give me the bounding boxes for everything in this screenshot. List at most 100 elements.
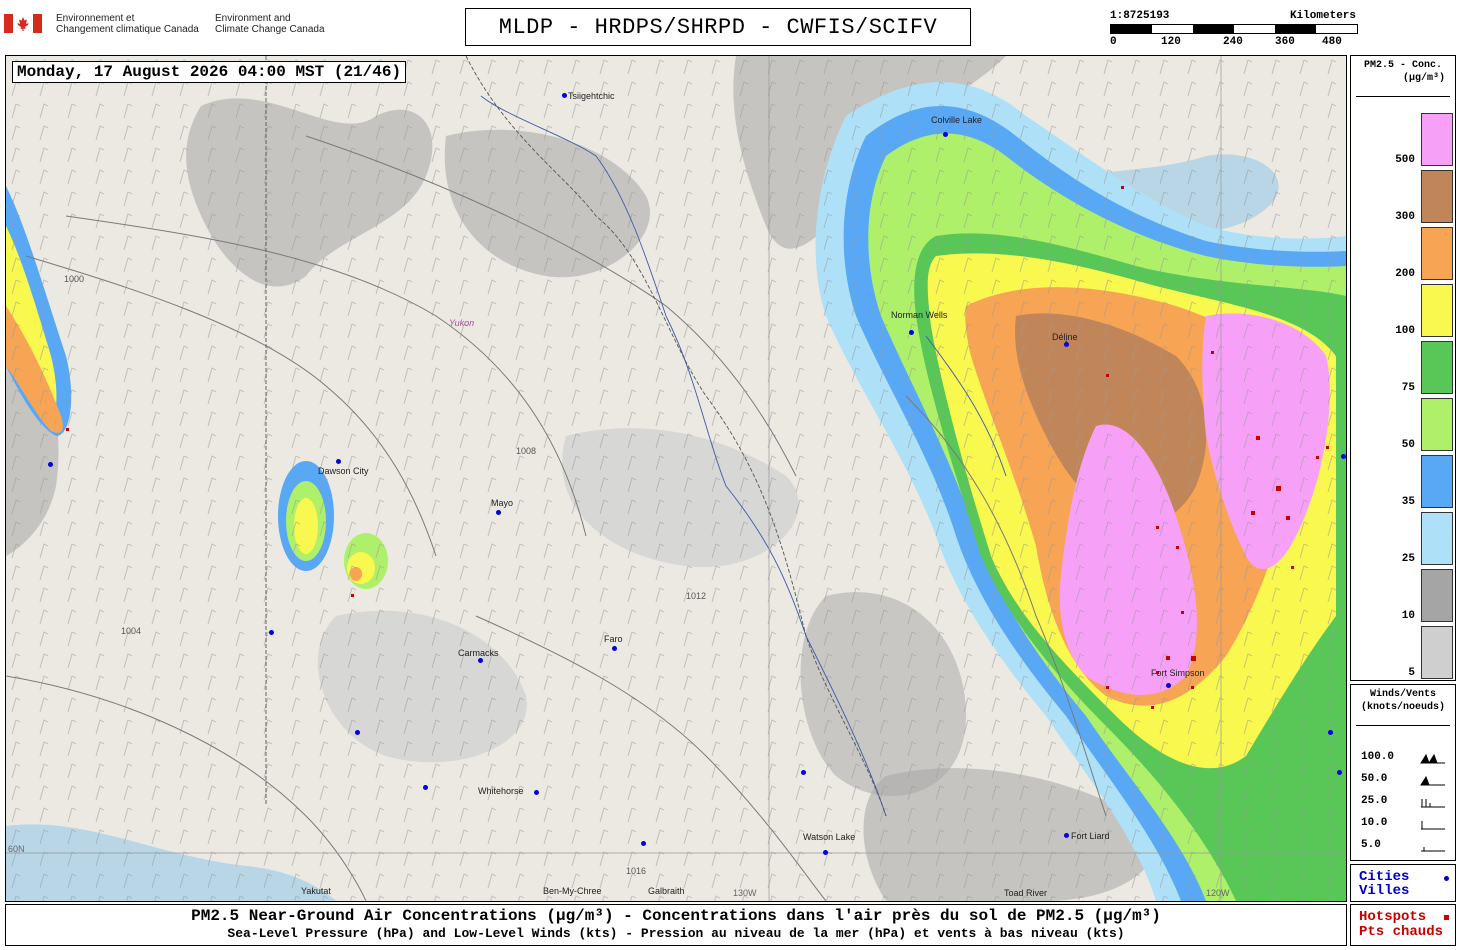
city-marker[interactable] [612, 646, 617, 651]
wind-legend-unit: (knots/noeuds) [1360, 702, 1445, 713]
city-marker[interactable] [336, 459, 341, 464]
city-marker[interactable] [1337, 770, 1342, 775]
pm25-legend-title: PM2.5 - Conc. [1363, 60, 1442, 71]
eccc-logo: Environnement et Changement climatique C… [4, 12, 334, 42]
canada-flag-icon [4, 14, 42, 33]
scale-bar-graphic [1110, 24, 1358, 34]
wind-legend-title: Winds/Vents [1369, 689, 1436, 700]
wind-speed-label: 10.0 [1361, 817, 1388, 829]
graticule-label: 130W [733, 888, 757, 898]
city-marker[interactable] [943, 132, 948, 137]
legend-level-label: 35 [1401, 496, 1415, 508]
isobar-label: 1000 [64, 274, 85, 284]
org-name-fr-line2: Changement climatique Canada [56, 24, 199, 35]
legend-swatch [1421, 398, 1453, 451]
city-marker[interactable] [269, 630, 274, 635]
legend-swatch [1421, 284, 1453, 337]
caption-line-1: PM2.5 Near-Ground Air Concentrations (µg… [191, 907, 1161, 925]
org-name-fr-line1: Environnement et [56, 13, 135, 24]
city-label: Carmacks [458, 648, 499, 658]
legend-level-label: 200 [1395, 268, 1415, 280]
city-label: Dawson City [318, 466, 369, 476]
wind-speed-label: 50.0 [1361, 773, 1388, 785]
hotspot-square-icon [1444, 915, 1449, 920]
scale-tick-label: 120 [1161, 36, 1181, 48]
city-label: Ben-My-Chree [543, 886, 602, 896]
city-marker[interactable] [478, 658, 483, 663]
city-marker[interactable] [823, 850, 828, 855]
city-label: Watson Lake [803, 832, 856, 842]
isobar-label: 1004 [121, 626, 142, 636]
legend-level-label: 50 [1401, 439, 1415, 451]
legend-level-label: 300 [1395, 211, 1415, 223]
legend-level-label: 500 [1395, 154, 1415, 166]
wind-speed-label: 25.0 [1361, 795, 1388, 807]
territory-label: Yukon [449, 318, 475, 328]
wind-legend: Winds/Vents (knots/noeuds) 100.0 50.0 25… [1350, 684, 1456, 861]
city-label: Fort Liard [1071, 831, 1110, 841]
scale-tick-label: 240 [1223, 36, 1243, 48]
scale-tick-label: 0 [1110, 36, 1117, 48]
city-marker[interactable] [1328, 730, 1333, 735]
city-marker[interactable] [1064, 833, 1069, 838]
city-marker[interactable] [562, 93, 567, 98]
scale-ratio: 1:8725193 [1110, 10, 1170, 22]
legend-level-label: 10 [1401, 610, 1415, 622]
city-label: Mayo [491, 498, 514, 508]
city-label: Colville Lake [931, 115, 983, 125]
city-marker[interactable] [1064, 342, 1069, 347]
isobar-label: 1012 [686, 591, 707, 601]
city-dot-icon [1444, 876, 1449, 881]
city-marker[interactable] [423, 785, 428, 790]
city-marker[interactable] [1341, 454, 1346, 459]
org-name-en-line1: Environment and [215, 13, 291, 24]
map-caption: PM2.5 Near-Ground Air Concentrations (µg… [5, 904, 1347, 946]
legend-swatch [1421, 569, 1453, 622]
legend-swatch [1421, 341, 1453, 394]
city-label: Galbraith [648, 886, 685, 896]
city-marker[interactable] [48, 462, 53, 467]
city-label: Toad River [1004, 888, 1048, 898]
city-marker[interactable] [1166, 683, 1171, 688]
city-marker[interactable] [641, 841, 646, 846]
pm25-legend: PM2.5 - Conc. (µg/m³) 500 300 200 100 75… [1350, 55, 1456, 681]
city-label: Norman Wells [891, 310, 948, 320]
caption-line-2: Sea-Level Pressure (hPa) and Low-Level W… [227, 926, 1125, 941]
legend-swatch [1421, 227, 1453, 280]
forecast-timestamp: Monday, 17 August 2026 04:00 MST (21/46) [12, 61, 407, 83]
city-label: Whitehorse [478, 786, 524, 796]
hotspots-legend-label-fr: Pts chauds [1359, 924, 1444, 940]
cities-legend-label-fr: Villes [1359, 883, 1410, 899]
legend-level-label: 25 [1401, 553, 1415, 565]
city-marker[interactable] [534, 790, 539, 795]
isobar-label: 1016 [626, 866, 647, 876]
wind-barb-icons [1420, 753, 1445, 852]
graticule-label: 120W [1206, 888, 1230, 898]
city-marker[interactable] [496, 510, 501, 515]
legend-swatch [1421, 512, 1453, 565]
scale-tick-label: 360 [1275, 36, 1295, 48]
hotspots-legend-label-en: Hotspots [1359, 909, 1427, 925]
city-label: Tsiigehtchic [568, 91, 615, 101]
wind-speed-label: 5.0 [1361, 839, 1381, 851]
legend-swatch [1421, 626, 1453, 679]
scale-bar: 1:8725193 Kilometers 0 120 240 360 480 [1110, 10, 1360, 50]
map-canvas [6, 56, 1346, 901]
smoke-forecast-map[interactable]: Monday, 17 August 2026 04:00 MST (21/46)… [5, 55, 1347, 902]
city-label: Faro [604, 634, 623, 644]
legend-swatch [1421, 170, 1453, 223]
city-marker[interactable] [801, 770, 806, 775]
legend-level-label: 75 [1401, 382, 1415, 394]
legend-swatch [1421, 113, 1453, 166]
legend-swatch [1421, 455, 1453, 508]
city-marker[interactable] [355, 730, 360, 735]
city-label: Délįne [1052, 332, 1078, 342]
scale-tick-label: 480 [1322, 36, 1342, 48]
cities-legend: Cities Villes [1350, 864, 1456, 902]
scale-unit: Kilometers [1289, 10, 1356, 22]
isobar-label: 1008 [516, 446, 537, 456]
product-title: MLDP - HRDPS/SHRPD - CWFIS/SCIFV [465, 8, 971, 46]
city-marker[interactable] [909, 330, 914, 335]
org-name-en-line2: Climate Change Canada [215, 24, 325, 35]
pm25-legend-unit: (µg/m³) [1402, 73, 1445, 84]
